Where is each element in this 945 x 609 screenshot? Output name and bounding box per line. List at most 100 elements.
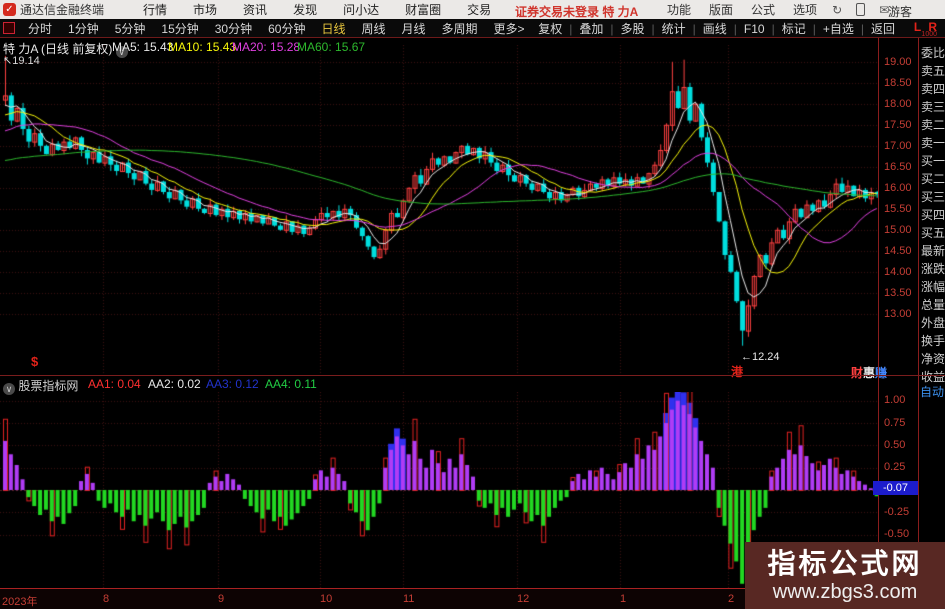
top-menu-item-版面[interactable]: 版面 [700,1,742,18]
sidebar-row-买五: 买五 [921,226,945,240]
tool-item-多股[interactable]: 多股 [614,20,650,37]
top-menu-item-选项[interactable]: 选项 [784,1,826,18]
price-tick: 13.00 [884,307,912,320]
sidebar-divider-line [918,38,919,588]
main-chart-canvas[interactable] [0,45,878,375]
current-value-badge: -0.07 [873,481,918,495]
price-tick: 13.50 [884,286,912,299]
tool-item-画线[interactable]: 画线 [697,20,733,37]
top-menu-item-问小达[interactable]: 问小达 [330,3,392,17]
app-title: 通达信金融终端 [20,3,105,17]
user-label[interactable]: 游客 [888,3,912,20]
month-label-2: 2 [728,593,735,605]
indicator-field-0: AA1: 0.04 [88,377,141,391]
panel-divider-line[interactable] [0,375,945,376]
chevron-down-icon[interactable]: ∨ [3,383,15,395]
tool-item-叠加[interactable]: 叠加 [573,20,609,37]
period-item-15分钟[interactable]: 15分钟 [153,20,206,37]
period-item-日线[interactable]: 日线 [313,20,353,37]
period-item-更多>[interactable]: 更多> [486,20,533,37]
tool-item-+自选[interactable]: +自选 [817,20,860,37]
sidebar-row-总量: 总量 [921,298,945,312]
sidebar-row-委比: 委比 [921,46,945,60]
tool-item-F10[interactable]: F10 [738,22,771,36]
money-icon: $ [31,354,39,369]
period-item-30分钟[interactable]: 30分钟 [207,20,260,37]
month-label-11: 11 [403,593,415,605]
sidebar-row-卖一: 卖一 [921,136,945,150]
price-tick: 16.00 [884,181,912,194]
price-tick: 15.00 [884,223,912,236]
period-item-5分钟[interactable]: 5分钟 [107,20,154,37]
toolbar-separator: | [860,21,864,36]
sidebar-row-换手: 换手 [921,334,945,348]
ma-label-1: MA10: 15.43 [168,40,237,54]
top-menu-item-财富圈[interactable]: 财富圈 [392,3,454,17]
period-item-月线[interactable]: 月线 [394,20,434,37]
tool-item-统计[interactable]: 统计 [656,20,692,37]
toolbar-separator: | [651,21,655,36]
top-menu-item-行情[interactable]: 行情 [130,3,180,17]
top-menu-item-资讯[interactable]: 资讯 [230,3,280,17]
site-watermark: 指标公式网 www.zbgs3.com [745,542,945,609]
top-menu-item-公式[interactable]: 公式 [742,1,784,18]
indicator-tick: -0.50 [884,528,910,541]
toolbar-separator: | [771,21,775,36]
price-tick: 18.50 [884,76,912,89]
ma-label-0: MA5: 15.43 [112,40,174,54]
top-menu-group: 行情 市场 资讯 发现 问小达 财富圈 交易 [130,1,504,18]
mobile-icon[interactable] [856,3,866,16]
period-item-分时[interactable]: 分时 [20,20,60,37]
sidebar-row-卖三: 卖三 [921,100,945,114]
sidebar-row-净资: 净资 [921,352,945,366]
month-label-10: 10 [320,593,333,605]
year-label: 2023年 [2,596,38,608]
indicator-field-1: AA2: 0.02 [148,377,201,391]
login-status[interactable]: 证券交易未登录 特 力A [515,3,638,20]
ma-label-3: MA60: 15.67 [297,40,366,54]
tool-item-复权[interactable]: 复权 [532,20,568,37]
tool-item-标记[interactable]: 标记 [776,20,812,37]
chart-type-icon[interactable] [3,22,15,34]
top-menu-item-交易[interactable]: 交易 [454,3,504,17]
low-price-marker: ←12.24 [741,351,780,363]
ma-label-2: MA20: 15.28 [232,40,301,54]
period-item-多周期[interactable]: 多周期 [434,20,486,37]
sidebar-row-卖二: 卖二 [921,118,945,132]
high-price-marker: ↖19.14 [3,55,40,67]
caihuizhuan-watermark: 财惠赚 [851,364,887,381]
price-tick: 16.50 [884,160,912,173]
indicator-tick: 0.50 [884,438,906,451]
watermark-url: www.zbgs3.com [772,580,918,603]
toolbar-separator: | [733,21,737,36]
price-tick: 17.50 [884,118,912,131]
chart-tools-group: 复权 | 叠加 | 多股 | 统计 | 画线 | F10 | 标记 | +自选 | 返回 [532,20,901,37]
top-menu-item-发现[interactable]: 发现 [280,3,330,17]
top-right-menu-group: 功能 版面 公式 选项 ↻ ✉ [658,0,895,19]
period-item-1分钟[interactable]: 1分钟 [60,20,107,37]
sidebar-row-买四: 买四 [921,208,945,222]
auto-scale-button[interactable]: 自动 [920,383,944,400]
promo-char: 财 [851,366,864,380]
sidebar-row-买三: 买三 [921,190,945,204]
tool-item-返回[interactable]: 返回 [865,20,901,37]
price-tick: 14.00 [884,265,912,278]
month-label-12: 12 [517,593,530,605]
period-item-周线[interactable]: 周线 [353,20,393,37]
sidebar-row-涨幅: 涨幅 [921,280,945,294]
month-label-9: 9 [218,593,225,605]
price-tick: 14.50 [884,244,912,257]
refresh-icon[interactable]: ↻ [832,3,842,17]
promo-char: 惠 [863,366,876,380]
toolbar-separator: | [569,21,573,36]
period-item-60分钟[interactable]: 60分钟 [260,20,313,37]
top-menu-item-市场[interactable]: 市场 [180,3,230,17]
watermark-title: 指标公式网 [767,547,923,579]
top-menu-item-功能[interactable]: 功能 [658,1,700,18]
toolbar-separator: | [812,21,816,36]
indicator-name[interactable]: 股票指标网 [18,379,78,393]
indicator-tick: 0.25 [884,461,906,474]
indicator-field-2: AA3: 0.12 [206,377,259,391]
toolbar-separator: | [692,21,696,36]
price-tick: 19.00 [884,55,912,68]
